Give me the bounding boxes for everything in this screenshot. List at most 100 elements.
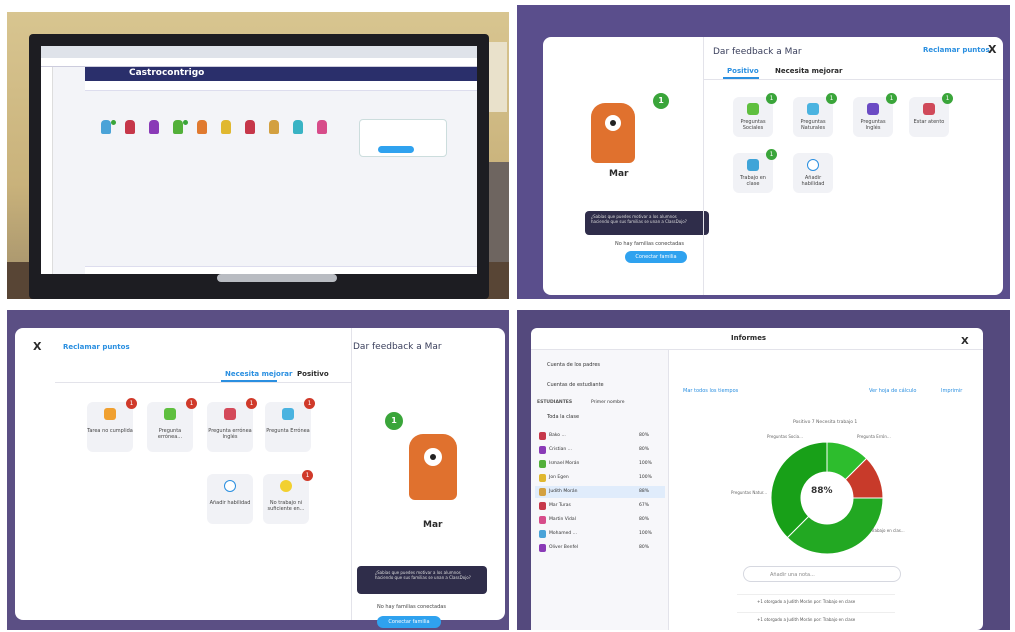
- student-percent: 80%: [639, 447, 650, 452]
- skill-badge: 1: [942, 93, 953, 104]
- claim-points-link[interactable]: Reclamar puntos: [63, 343, 130, 351]
- activity-text: +1 otorgado a Judith Morán por: Trabajo …: [757, 599, 856, 604]
- student-account-link[interactable]: Cuentas de estudiante: [547, 382, 604, 388]
- avatar: [539, 432, 546, 440]
- tab-needs-work[interactable]: Necesita mejorar: [225, 370, 292, 378]
- close-icon[interactable]: X: [961, 336, 969, 347]
- tab-needs-work[interactable]: Necesita mejorar: [775, 67, 842, 75]
- print-link[interactable]: Imprimir: [941, 388, 962, 394]
- add-skill-button[interactable]: Añadir habilidad: [793, 153, 833, 193]
- student-avatar[interactable]: [101, 120, 111, 134]
- skill-badge: 1: [246, 398, 257, 409]
- easel-icon: [747, 159, 759, 171]
- whole-class-item[interactable]: Toda la clase: [547, 414, 579, 420]
- tab-positive[interactable]: Positivo: [297, 370, 329, 378]
- skill-preguntas-ingles[interactable]: 1 Preguntas Inglés: [853, 93, 897, 137]
- student-avatar[interactable]: [317, 120, 327, 134]
- skill-label: No trabajo ni suficiente en...: [267, 500, 305, 512]
- pencil-icon: [224, 480, 236, 492]
- skill-label: Preguntas Inglés: [860, 119, 886, 131]
- student-percent: 88%: [639, 489, 650, 494]
- tab-divider: [703, 79, 1003, 80]
- setup-card-button[interactable]: [378, 146, 414, 153]
- skill-pregunta-erronea[interactable]: 1 Pregunta Errónea: [265, 398, 315, 452]
- student-name: Oliver Benfel: [549, 545, 579, 550]
- modal-divider: [703, 37, 704, 295]
- student-percent: 80%: [639, 517, 650, 522]
- student-row[interactable]: Mar Turas 67%: [535, 500, 665, 512]
- student-avatar[interactable]: [221, 120, 231, 134]
- tab-positive[interactable]: Positivo: [727, 67, 759, 75]
- time-filter-select[interactable]: Mar todos los tiempos: [683, 388, 738, 394]
- reports-modal: Informes X Cuenta de los padres Cuentas …: [531, 328, 983, 630]
- activity-text: +1 otorgado a Judith Morán por: Trabajo …: [757, 617, 856, 622]
- sort-select[interactable]: Primer nombre: [591, 400, 625, 405]
- class-header: Castrocontrigo: [85, 67, 477, 81]
- student-row[interactable]: Ismael Morán 100%: [535, 458, 665, 470]
- thumbs-down-icon: [224, 408, 236, 420]
- student-row[interactable]: Mohamed ... 100%: [535, 528, 665, 540]
- donut-hole: [801, 472, 853, 524]
- student-points-badge: 1: [653, 93, 669, 109]
- student-row-selected[interactable]: Judith Morán 88%: [535, 486, 665, 498]
- slice-label: Preguntas Natur...: [731, 490, 767, 495]
- skill-tarea-no-cumplida[interactable]: 1 Tarea no cumplida: [87, 398, 137, 452]
- student-name: Jon Egen: [549, 475, 569, 480]
- modal-title: Dar feedback a Mar: [353, 342, 442, 352]
- student-avatar[interactable]: [149, 120, 159, 134]
- student-avatar[interactable]: [245, 120, 255, 134]
- skill-estar-atento[interactable]: 1 Estar atento: [909, 93, 953, 137]
- families-tip-text: ¿Sabías que puedes motivar a los alumnos…: [591, 214, 687, 224]
- monster-pupil: [610, 120, 616, 126]
- student-row[interactable]: Oliver Benfel 80%: [535, 542, 665, 554]
- photo-classroom-board: Castrocontrigo: [7, 12, 509, 299]
- skill-badge: 1: [302, 470, 313, 481]
- add-skill-button[interactable]: Añadir habilidad: [207, 474, 253, 524]
- note-placeholder: Añadir una nota...: [770, 572, 815, 578]
- avatar: [539, 502, 546, 510]
- student-row[interactable]: Jon Egen 100%: [535, 472, 665, 484]
- student-percent: 100%: [639, 475, 652, 480]
- chart-center-percent: 88%: [811, 486, 833, 496]
- class-toolbar-footer: [85, 266, 477, 274]
- browser-urlbar[interactable]: [41, 58, 477, 67]
- student-row[interactable]: Martin Vidal 80%: [535, 514, 665, 526]
- student-avatar[interactable]: [269, 120, 279, 134]
- behavior-donut-chart: [770, 441, 884, 555]
- student-name: Bako ...: [549, 433, 566, 438]
- skill-no-trabajo[interactable]: 1 No trabajo ni suficiente en...: [263, 470, 313, 524]
- flame-icon: [104, 408, 116, 420]
- close-icon[interactable]: X: [988, 43, 996, 56]
- claim-points-link[interactable]: Reclamar puntos: [923, 46, 990, 54]
- class-title: Castrocontrigo: [129, 68, 205, 78]
- connect-families-button[interactable]: Conectar familia: [377, 616, 441, 628]
- eye-icon: [923, 103, 935, 115]
- skill-preguntas-naturales[interactable]: 1 Preguntas Naturales: [793, 93, 837, 137]
- skill-trabajo-en-clase[interactable]: 1 Trabajo en clase: [733, 149, 777, 193]
- student-name: Mar: [609, 169, 629, 179]
- pencil-icon: [807, 159, 819, 171]
- add-note-input[interactable]: Añadir una nota...: [743, 566, 901, 582]
- skill-label: Pregunta errónea Inglés: [208, 428, 252, 440]
- modal-title: Dar feedback a Mar: [713, 47, 802, 57]
- student-percent: 100%: [639, 461, 652, 466]
- board-tray: [217, 274, 337, 282]
- skill-label: Preguntas Sociales: [740, 119, 766, 131]
- student-percent: 80%: [639, 545, 650, 550]
- student-points-badge: 1: [385, 412, 403, 430]
- activity-item: +1 otorgado a Judith Morán por: Trabajo …: [737, 594, 895, 614]
- spreadsheet-link[interactable]: Ver hoja de cálculo: [869, 388, 916, 394]
- avatar: [539, 446, 546, 454]
- student-avatar[interactable]: [197, 120, 207, 134]
- skill-pregunta-erronea-ingles[interactable]: 1 Pregunta errónea Inglés: [207, 398, 257, 452]
- student-row[interactable]: Bako ... 80%: [535, 430, 665, 442]
- close-icon[interactable]: X: [33, 340, 41, 353]
- skill-pregunta-erronea-2[interactable]: 1 Pregunta errónea...: [147, 398, 197, 452]
- student-avatar[interactable]: [293, 120, 303, 134]
- skill-preguntas-sociales[interactable]: 1 Preguntas Sociales: [733, 93, 777, 137]
- student-avatar[interactable]: [125, 120, 135, 134]
- student-avatar[interactable]: [173, 120, 183, 134]
- connect-families-button[interactable]: Conectar familia: [625, 251, 687, 263]
- student-row[interactable]: Cristian ... 80%: [535, 444, 665, 456]
- parents-account-link[interactable]: Cuenta de los padres: [547, 362, 600, 368]
